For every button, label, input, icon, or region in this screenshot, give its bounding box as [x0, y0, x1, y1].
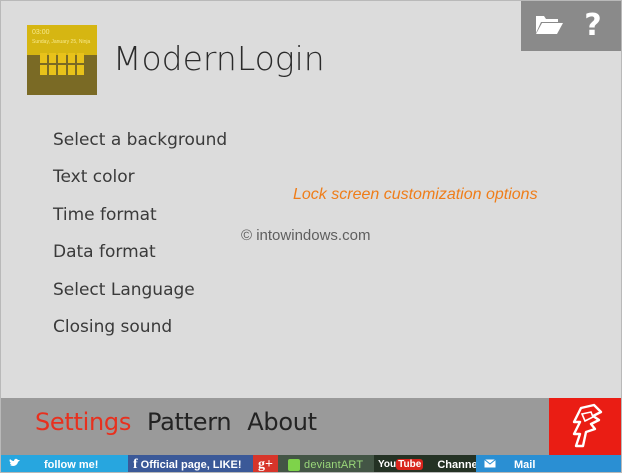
- watermark: © intowindows.com: [241, 227, 371, 244]
- menu-item-text-color[interactable]: Text color: [53, 164, 227, 201]
- tab-settings[interactable]: Settings: [35, 408, 131, 436]
- mail-link[interactable]: Mail: [476, 455, 621, 472]
- twitter-bird-icon: [9, 458, 20, 471]
- facebook-page-link[interactable]: f Official page, LIKE!: [128, 455, 253, 472]
- menu-item-data-format[interactable]: Data format: [53, 239, 227, 276]
- youtube-logo-you: You: [378, 459, 397, 470]
- folder-open-icon: [534, 13, 564, 39]
- help-icon: ?: [584, 8, 602, 43]
- top-toolbar: ?: [521, 1, 621, 51]
- bottom-nav-bar: Settings Pattern About: [1, 398, 621, 455]
- annotation-caption: Lock screen customization options: [293, 186, 538, 203]
- menu-item-select-background[interactable]: Select a background: [53, 127, 227, 164]
- settings-menu: Select a background Text color Time form…: [53, 127, 227, 351]
- tab-about[interactable]: About: [247, 408, 317, 436]
- menu-item-closing-sound[interactable]: Closing sound: [53, 314, 227, 351]
- tile-time: 03:00: [32, 29, 50, 36]
- brand-logo[interactable]: [549, 398, 621, 455]
- twitter-follow-link[interactable]: follow me!: [1, 455, 128, 472]
- menu-item-select-language[interactable]: Select Language: [53, 277, 227, 314]
- nav-tabs: Settings Pattern About: [35, 408, 317, 436]
- app-window: ? 03:00 Sunday, January 25, Ninja Modern…: [0, 0, 622, 473]
- tile-date: Sunday, January 25, Ninja: [32, 39, 91, 45]
- help-button[interactable]: ?: [573, 6, 613, 46]
- youtube-logo-tube: Tube: [396, 459, 424, 470]
- youtube-channel-link[interactable]: You Tube Channel: [374, 455, 476, 472]
- deviantart-link[interactable]: deviantART: [278, 455, 374, 472]
- social-links-bar: follow me! f Official page, LIKE! g+ dev…: [1, 455, 621, 472]
- app-logo-tile: 03:00 Sunday, January 25, Ninja: [27, 25, 97, 95]
- google-plus-link[interactable]: g+: [253, 455, 278, 472]
- tab-pattern[interactable]: Pattern: [147, 408, 232, 436]
- menu-item-time-format[interactable]: Time format: [53, 202, 227, 239]
- envelope-icon: [484, 458, 496, 471]
- app-title: ModernLogin: [113, 39, 325, 78]
- pattern-grid-icon: [40, 53, 84, 75]
- facebook-icon: f: [133, 456, 138, 472]
- open-folder-button[interactable]: [529, 6, 569, 46]
- p-logo-icon: [566, 400, 606, 454]
- deviantart-icon: [288, 458, 300, 471]
- google-plus-icon: g+: [258, 456, 273, 472]
